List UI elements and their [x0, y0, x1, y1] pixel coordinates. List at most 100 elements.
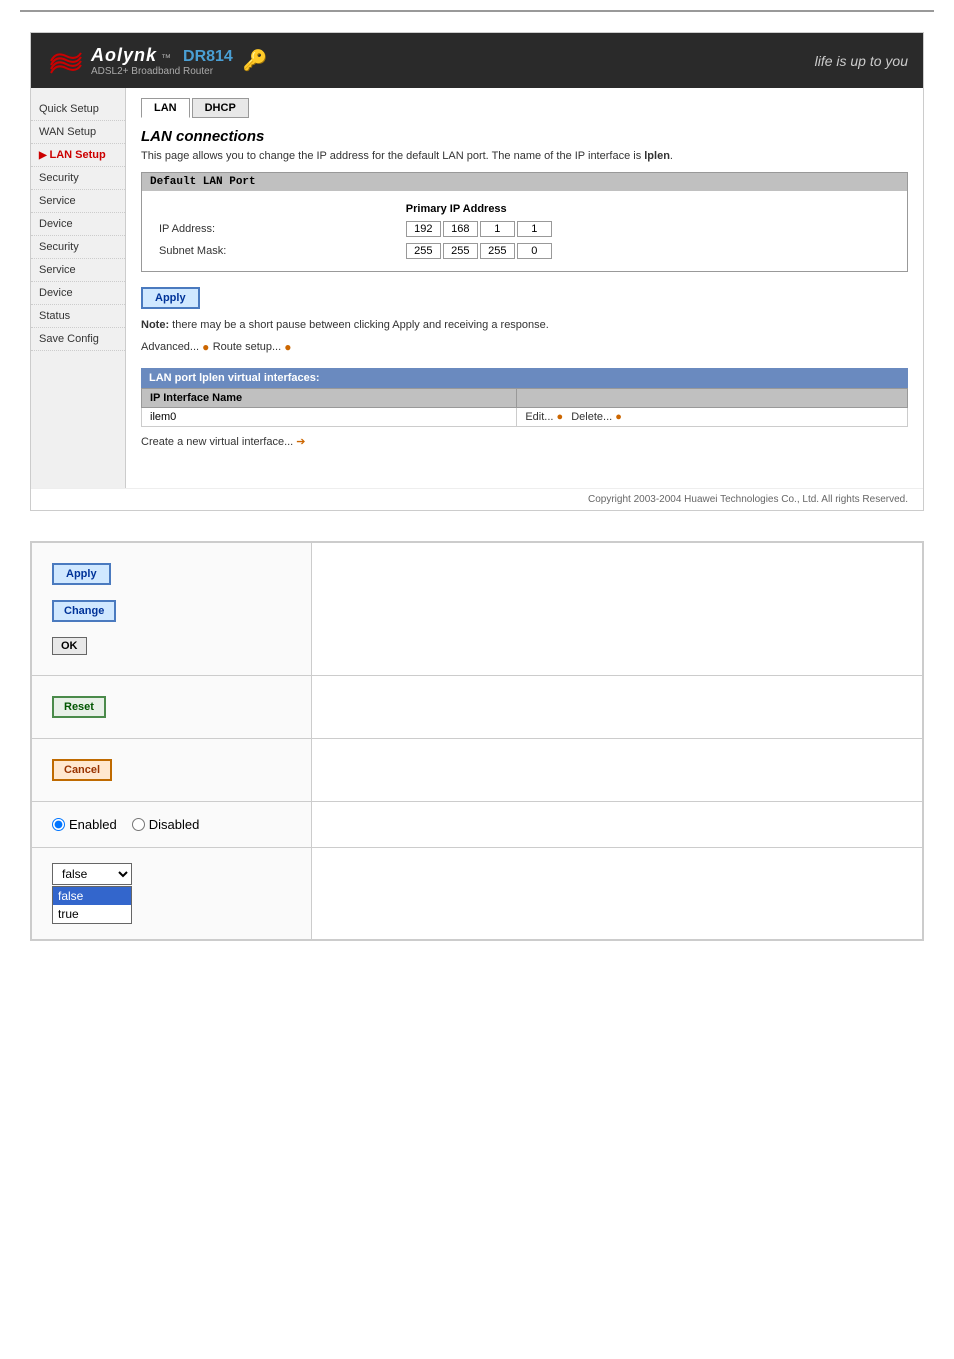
- create-link-label: Create a new virtual interface...: [141, 436, 293, 448]
- showcase-apply-button[interactable]: Apply: [52, 563, 111, 585]
- table-row: ilem0 Edit... ● Delete... ●: [142, 408, 908, 427]
- showcase-row-buttons-primary: Apply Change OK: [32, 543, 923, 676]
- sidebar-item-wansetup[interactable]: WAN Setup: [31, 121, 125, 144]
- showcase-cell-empty-5: [312, 848, 923, 940]
- showcase-cell-reset: Reset: [32, 676, 312, 739]
- section-header: Default LAN Port: [142, 173, 907, 191]
- primary-ip-header: Primary IP Address: [401, 201, 895, 217]
- interface-actions-cell: Edit... ● Delete... ●: [517, 408, 908, 427]
- subnet-mask-inputs: [406, 243, 890, 259]
- sidebar-item-service1[interactable]: Service: [31, 190, 125, 213]
- ip-octet-4[interactable]: [517, 221, 552, 237]
- primary-button-group: Apply Change OK: [52, 558, 291, 660]
- trademark: ™: [161, 53, 171, 64]
- top-divider: [20, 10, 934, 12]
- enabled-label: Enabled: [69, 817, 117, 832]
- showcase-row-reset: Reset: [32, 676, 923, 739]
- note-text: Note: there may be a short pause between…: [141, 319, 908, 331]
- showcase-table: Apply Change OK Reset Cancel: [31, 542, 923, 940]
- logo-waves-icon: [46, 41, 86, 81]
- showcase-row-radio: Enabled Disabled: [32, 802, 923, 848]
- showcase-cell-empty-2: [312, 676, 923, 739]
- tab-lan[interactable]: LAN: [141, 98, 190, 118]
- sidebar-item-security2[interactable]: Security: [31, 236, 125, 259]
- subnet-octet-4[interactable]: [517, 243, 552, 259]
- sidebar: Quick Setup WAN Setup ▶ LAN Setup Securi…: [31, 88, 126, 488]
- table-col-actions: [517, 389, 908, 408]
- create-virtual-interface-link[interactable]: Create a new virtual interface... ➔: [141, 435, 305, 448]
- sidebar-item-security1[interactable]: Security: [31, 167, 125, 190]
- table-col-header: IP Interface Name: [142, 389, 517, 408]
- sidebar-item-service2[interactable]: Service: [31, 259, 125, 282]
- route-setup-link[interactable]: Route setup... ●: [213, 340, 292, 354]
- dropdown-list: false true: [52, 886, 132, 924]
- delete-link[interactable]: Delete...: [571, 411, 612, 423]
- main-content: LAN DHCP LAN connections This page allow…: [126, 88, 923, 488]
- disabled-radio[interactable]: [132, 818, 145, 831]
- subnet-mask-label: Subnet Mask:: [154, 241, 399, 261]
- page-title: LAN connections: [141, 128, 908, 145]
- ip-form-table: Primary IP Address IP Address:: [152, 199, 897, 263]
- arrow-icon: ▶: [39, 150, 49, 161]
- dropdown-option-true[interactable]: true: [53, 905, 131, 923]
- tab-bar: LAN DHCP: [141, 98, 908, 118]
- sidebar-item-device2[interactable]: Device: [31, 282, 125, 305]
- disabled-radio-label[interactable]: Disabled: [132, 817, 200, 832]
- enabled-disabled-radio-group: Enabled Disabled: [52, 817, 291, 832]
- subnet-octet-2[interactable]: [443, 243, 478, 259]
- router-header: Aolynk ™ DR814 ADSL2+ Broadband Router 🔑…: [31, 33, 923, 88]
- showcase-cell-buttons-primary: Apply Change OK: [32, 543, 312, 676]
- subnet-octet-3[interactable]: [480, 243, 515, 259]
- showcase-cell-empty-4: [312, 802, 923, 848]
- advanced-label: Advanced...: [141, 341, 199, 353]
- ip-address-inputs: [406, 221, 890, 237]
- lan-interfaces-table: IP Interface Name ilem0 Edit... ● Delete…: [141, 388, 908, 427]
- dropdown-option-false[interactable]: false: [53, 887, 131, 905]
- apply-button[interactable]: Apply: [141, 287, 200, 309]
- showcase-row-dropdown: false true false true: [32, 848, 923, 940]
- edit-icon: ●: [557, 411, 564, 423]
- showcase-cell-empty-3: [312, 739, 923, 802]
- route-setup-label: Route setup...: [213, 341, 282, 353]
- route-setup-arrow-icon: ●: [284, 340, 291, 354]
- default-lan-port-section: Default LAN Port Primary IP Address IP A…: [141, 172, 908, 272]
- ip-octet-2[interactable]: [443, 221, 478, 237]
- advanced-link[interactable]: Advanced... ●: [141, 340, 209, 354]
- router-footer: Copyright 2003-2004 Huawei Technologies …: [31, 488, 923, 510]
- key-icon: 🔑: [243, 48, 268, 73]
- showcase-reset-button[interactable]: Reset: [52, 696, 106, 718]
- false-true-select[interactable]: false true: [52, 863, 132, 885]
- edit-link[interactable]: Edit...: [525, 411, 553, 423]
- ip-octet-1[interactable]: [406, 221, 441, 237]
- slogan: life is up to you: [815, 53, 908, 69]
- sidebar-item-quicksetup[interactable]: Quick Setup: [31, 98, 125, 121]
- sidebar-item-device1[interactable]: Device: [31, 213, 125, 236]
- enabled-radio[interactable]: [52, 818, 65, 831]
- sidebar-item-status[interactable]: Status: [31, 305, 125, 328]
- enabled-radio-label[interactable]: Enabled: [52, 817, 117, 832]
- showcase-cancel-button[interactable]: Cancel: [52, 759, 112, 781]
- ip-octet-3[interactable]: [480, 221, 515, 237]
- router-ui-container: Aolynk ™ DR814 ADSL2+ Broadband Router 🔑…: [30, 32, 924, 511]
- dropdown-container: false true false true: [52, 863, 291, 924]
- delete-icon: ●: [615, 411, 622, 423]
- brand-name: Aolynk: [91, 45, 157, 66]
- create-link-arrow-icon: ➔: [296, 435, 305, 448]
- showcase-cell-dropdown: false true false true: [32, 848, 312, 940]
- model-name: DR814: [183, 48, 233, 66]
- showcase-cell-radio: Enabled Disabled: [32, 802, 312, 848]
- lan-virtual-interfaces-header: LAN port lplen virtual interfaces:: [141, 368, 908, 388]
- subnet-octet-1[interactable]: [406, 243, 441, 259]
- subtitle: ADSL2+ Broadband Router: [91, 66, 233, 77]
- component-showcase: Apply Change OK Reset Cancel: [30, 541, 924, 941]
- showcase-ok-button[interactable]: OK: [52, 637, 87, 655]
- sidebar-item-lansetup[interactable]: ▶ LAN Setup: [31, 144, 125, 167]
- interface-name-cell: ilem0: [142, 408, 517, 427]
- ip-address-label: IP Address:: [154, 219, 399, 239]
- sidebar-item-saveconfig[interactable]: Save Config: [31, 328, 125, 351]
- showcase-row-cancel: Cancel: [32, 739, 923, 802]
- page-desc: This page allows you to change the IP ad…: [141, 150, 908, 162]
- tab-dhcp[interactable]: DHCP: [192, 98, 249, 118]
- router-logo: Aolynk ™ DR814 ADSL2+ Broadband Router: [46, 41, 233, 81]
- showcase-change-button[interactable]: Change: [52, 600, 116, 622]
